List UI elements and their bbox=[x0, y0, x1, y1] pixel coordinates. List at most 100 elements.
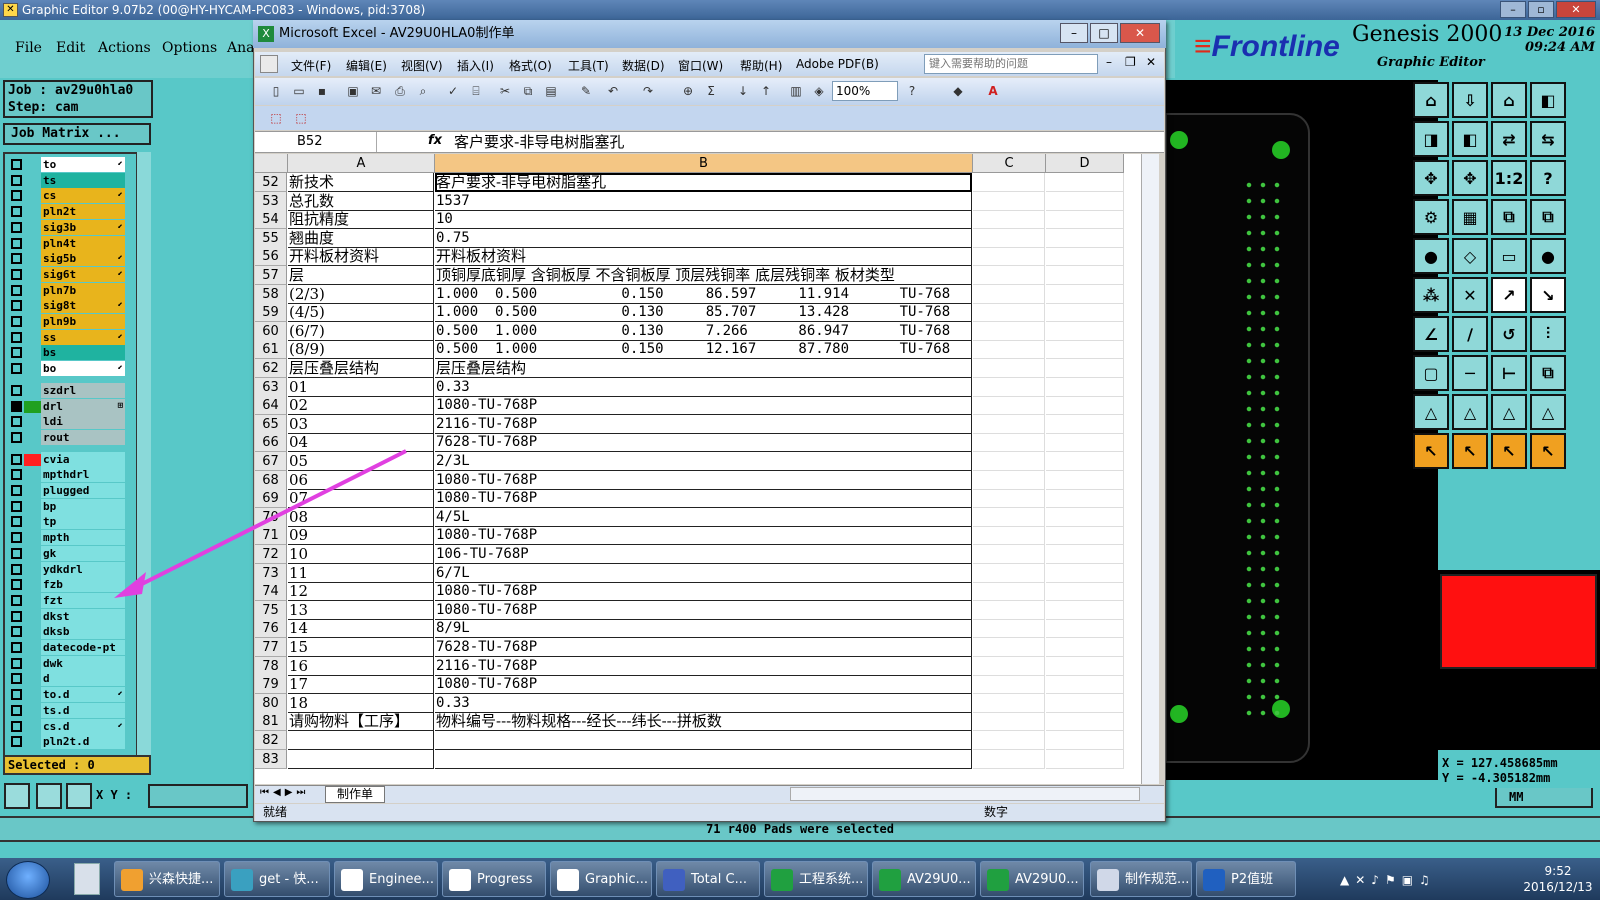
cell-d[interactable] bbox=[1046, 452, 1124, 471]
cell-a[interactable] bbox=[288, 749, 434, 769]
tool-button-icon[interactable]: ↖ bbox=[1452, 433, 1488, 469]
layer-checkbox[interactable] bbox=[11, 206, 22, 218]
cell-c[interactable] bbox=[973, 731, 1045, 750]
cell-d[interactable] bbox=[1046, 749, 1124, 769]
print-preview-icon[interactable]: ⌕ bbox=[415, 83, 431, 99]
row-header[interactable]: 64 bbox=[255, 396, 287, 416]
layer-color-swatch[interactable] bbox=[24, 363, 41, 376]
cell-c[interactable] bbox=[973, 173, 1045, 192]
layer-row-ts[interactable]: ts bbox=[5, 172, 127, 188]
row-header[interactable]: 53 bbox=[255, 191, 287, 211]
cell-b[interactable]: 1080-TU-768P bbox=[435, 489, 972, 509]
cell-d[interactable] bbox=[1046, 266, 1124, 285]
layer-row-dwk[interactable]: dwk bbox=[5, 655, 127, 671]
cell-a[interactable]: 18 bbox=[288, 693, 434, 713]
row-header[interactable]: 76 bbox=[255, 619, 287, 639]
layer-color-swatch[interactable] bbox=[24, 563, 41, 576]
tool-button-icon[interactable]: ? bbox=[1530, 160, 1566, 196]
row-header[interactable]: 56 bbox=[255, 247, 287, 267]
layer-checkbox[interactable] bbox=[11, 268, 22, 280]
row-header[interactable]: 60 bbox=[255, 321, 287, 341]
layer-color-swatch[interactable] bbox=[24, 206, 41, 219]
excel-close-button[interactable]: ✕ bbox=[1120, 23, 1160, 43]
tool-button-icon[interactable]: ⌂ bbox=[1413, 82, 1449, 118]
cell-b[interactable]: 2116-TU-768P bbox=[435, 414, 972, 434]
cell-b[interactable]: 0.75 bbox=[435, 228, 972, 248]
tool-button-icon[interactable]: ◧ bbox=[1530, 82, 1566, 118]
fx-icon[interactable]: fx bbox=[428, 133, 442, 148]
research-icon[interactable]: ⌸ bbox=[468, 83, 484, 99]
taskbar-item[interactable]: Enginee... bbox=[334, 861, 438, 897]
start-button[interactable] bbox=[6, 861, 50, 899]
row-header[interactable]: 58 bbox=[255, 284, 287, 304]
cell-a[interactable]: 01 bbox=[288, 377, 434, 397]
print-icon[interactable]: ⎙ bbox=[392, 83, 408, 99]
drawing-icon[interactable]: ◈ bbox=[811, 83, 827, 99]
cell-d[interactable] bbox=[1046, 638, 1124, 657]
row-header[interactable]: 73 bbox=[255, 563, 287, 583]
cell-c[interactable] bbox=[973, 414, 1045, 434]
tool-button-icon[interactable]: 1:2 bbox=[1491, 160, 1527, 196]
cell-d[interactable] bbox=[1046, 600, 1124, 620]
row-header[interactable]: 83 bbox=[255, 749, 287, 769]
cell-c[interactable] bbox=[973, 228, 1045, 248]
layer-row-sig3b[interactable]: sig3b ⬋ bbox=[5, 219, 127, 235]
row-header[interactable]: 70 bbox=[255, 507, 287, 527]
column-header-a[interactable]: A bbox=[288, 154, 435, 173]
doc-close-button[interactable]: ✕ bbox=[1146, 55, 1156, 69]
row-header[interactable]: 63 bbox=[255, 377, 287, 397]
cell-d[interactable] bbox=[1046, 545, 1124, 564]
cell-b[interactable]: 开料板材资料 bbox=[435, 247, 972, 267]
tool-button-icon[interactable]: ↖ bbox=[1491, 433, 1527, 469]
layer-color-swatch[interactable] bbox=[24, 453, 41, 466]
row-header[interactable]: 52 bbox=[255, 173, 287, 192]
layer-color-swatch[interactable] bbox=[24, 485, 41, 497]
cell-d[interactable] bbox=[1046, 526, 1124, 546]
excel-menu-window[interactable]: 窗口(W) bbox=[678, 57, 723, 74]
tool-button-icon[interactable]: ⇆ bbox=[1530, 121, 1566, 157]
layer-color-swatch[interactable] bbox=[24, 626, 41, 639]
excel-maximize-button[interactable]: □ bbox=[1090, 23, 1118, 43]
cell-d[interactable] bbox=[1046, 396, 1124, 416]
name-box[interactable]: B52 bbox=[257, 132, 377, 152]
layer-color-swatch[interactable] bbox=[24, 610, 41, 623]
cell-d[interactable] bbox=[1046, 693, 1124, 713]
layer-checkbox[interactable] bbox=[11, 657, 22, 669]
layer-name[interactable]: pln2t.d bbox=[41, 734, 125, 750]
layer-color-swatch[interactable] bbox=[24, 416, 41, 429]
layer-name[interactable]: ts.d bbox=[41, 702, 125, 718]
cell-d[interactable] bbox=[1046, 619, 1124, 639]
layer-name[interactable]: to ⬋ bbox=[41, 157, 125, 172]
cell-b[interactable]: 1.000 0.500 0.130 85.707 13.428 TU-768 bbox=[435, 303, 972, 323]
cell-c[interactable] bbox=[973, 247, 1045, 267]
row-header[interactable]: 59 bbox=[255, 303, 287, 323]
fill-color-icon[interactable]: ◆ bbox=[950, 83, 966, 99]
tool-button-icon[interactable]: ◇ bbox=[1452, 238, 1488, 274]
save-icon[interactable]: ▪ bbox=[314, 83, 330, 99]
email-icon[interactable]: ✉ bbox=[368, 83, 384, 99]
excel-menu-view[interactable]: 视图(V) bbox=[401, 57, 443, 74]
cell-a[interactable]: 请购物料【工序】 bbox=[288, 712, 434, 732]
row-header[interactable]: 81 bbox=[255, 712, 287, 732]
menu-actions[interactable]: Actions bbox=[98, 40, 151, 56]
cell-d[interactable] bbox=[1046, 321, 1124, 341]
cell-b[interactable]: 物料编号---物料规格---经长---纬长---拼板数 bbox=[435, 712, 972, 732]
cell-b[interactable]: 0.500 1.000 0.150 12.167 87.780 TU-768 bbox=[435, 340, 972, 360]
cell-a[interactable]: 层 bbox=[288, 266, 434, 285]
taskbar-item[interactable]: Total C... bbox=[656, 861, 760, 897]
layer-list-scrollbar[interactable] bbox=[136, 152, 151, 767]
layer-row-ldi[interactable]: ldi bbox=[5, 414, 127, 430]
layer-checkbox[interactable] bbox=[11, 720, 22, 732]
cell-c[interactable] bbox=[973, 303, 1045, 323]
tool-button-icon[interactable]: ↖ bbox=[1530, 433, 1566, 469]
formula-input[interactable]: 客户要求-非导电树脂塞孔 bbox=[454, 131, 624, 153]
layer-name[interactable]: cvia bbox=[41, 451, 125, 467]
sheet-nav-arrows[interactable]: ⏮◀▶⏭ bbox=[260, 787, 309, 798]
taskbar-clock[interactable]: 9:52 2016/12/13 bbox=[1522, 863, 1594, 895]
layer-color-swatch[interactable] bbox=[24, 469, 41, 482]
row-header[interactable]: 79 bbox=[255, 675, 287, 695]
cell-d[interactable] bbox=[1046, 433, 1124, 453]
layer-row-to-d[interactable]: to.d ⬋ bbox=[5, 687, 127, 703]
layer-checkbox[interactable] bbox=[11, 563, 22, 575]
layer-name[interactable]: gk bbox=[41, 545, 125, 561]
